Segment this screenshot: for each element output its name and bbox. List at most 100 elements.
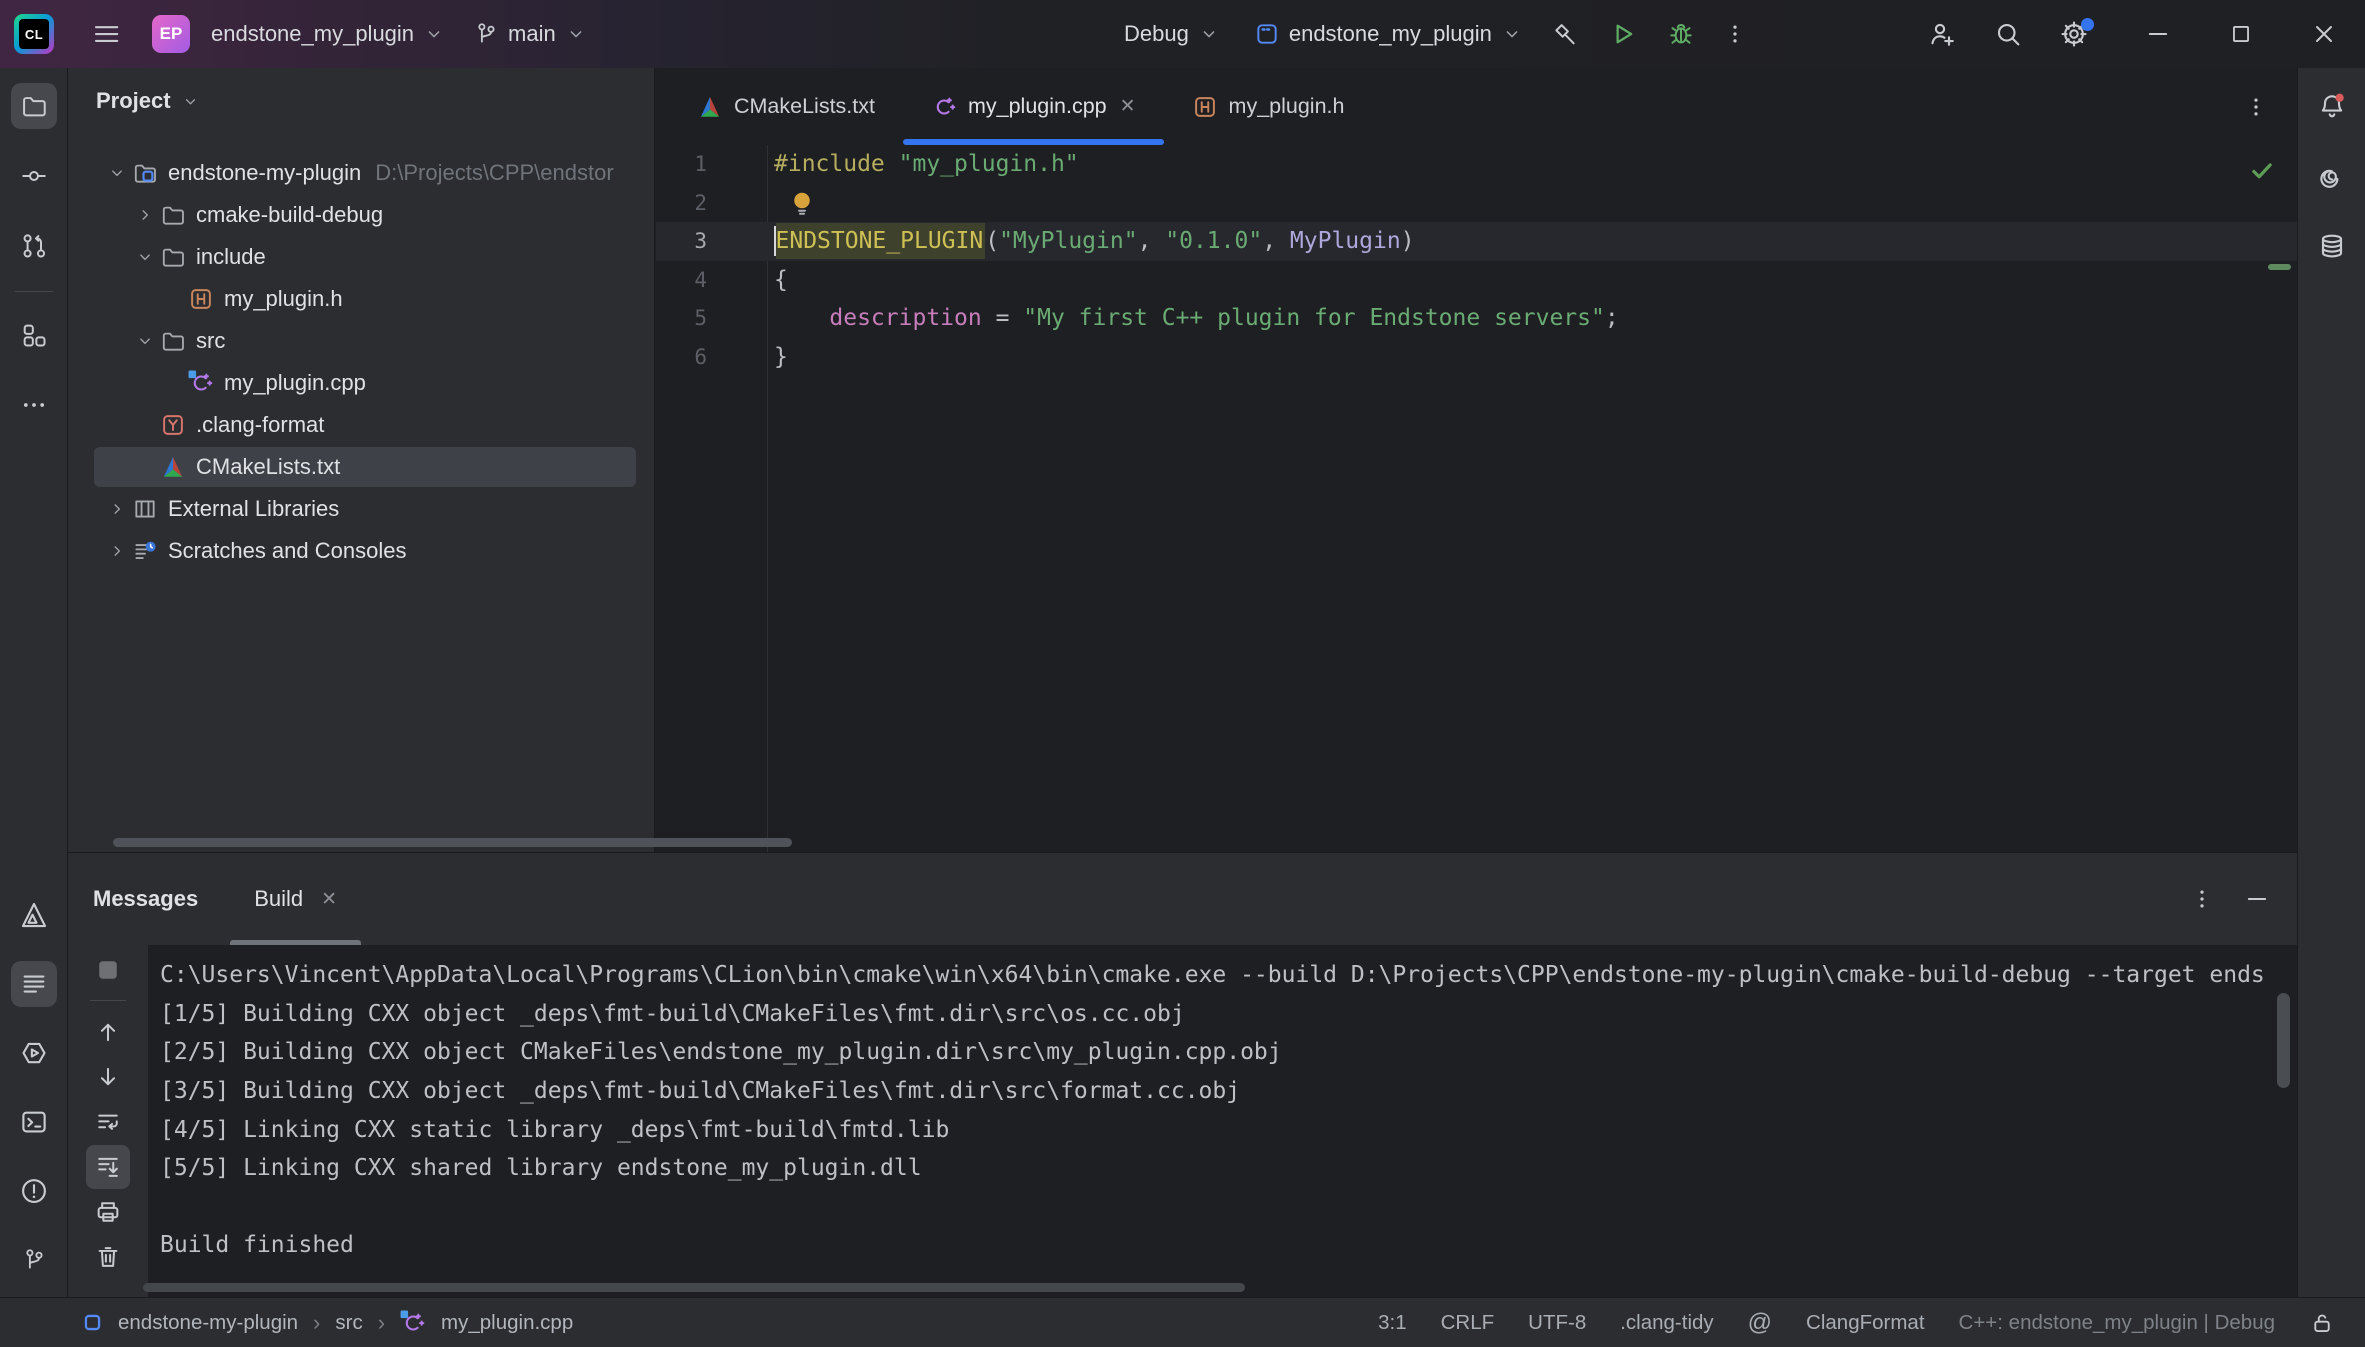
tab-cmakelists-txt[interactable]: CMakeLists.txt	[669, 68, 903, 145]
project-widget[interactable]: EP endstone_my_plugin	[146, 10, 451, 58]
breadcrumb-project[interactable]: endstone-my-plugin	[118, 1311, 298, 1335]
code-with-me-button[interactable]	[1920, 10, 1964, 58]
build-type-selector[interactable]: Debug	[1118, 10, 1226, 58]
tree-item-path: D:\Projects\CPP\endstor	[375, 160, 614, 185]
tree-item-external-libraries[interactable]: External Libraries	[68, 488, 654, 530]
scroll-to-end-button[interactable]	[86, 1145, 130, 1189]
services-tool-button[interactable]	[11, 1030, 57, 1076]
chevron-down-icon[interactable]	[130, 247, 160, 267]
chevron-down-icon	[1501, 23, 1523, 45]
breadcrumb-src[interactable]: src	[335, 1311, 362, 1335]
tree-item-my-plugin-h[interactable]: my_plugin.h	[68, 278, 654, 320]
tree-item-clang-format[interactable]: .clang-format	[68, 404, 654, 446]
vcs-branch-widget[interactable]: main	[467, 10, 593, 58]
build-tab[interactable]: Build ✕	[230, 853, 361, 945]
kebab-menu-icon	[2243, 94, 2269, 120]
window-close-button[interactable]	[2282, 0, 2365, 68]
panel-minimize-button[interactable]	[2243, 885, 2271, 913]
git-tool-button[interactable]	[11, 1237, 57, 1283]
code-text: #include "my_plugin.h"	[767, 151, 1079, 177]
cmake-tool-button[interactable]	[11, 892, 57, 938]
unlock-icon[interactable]	[2309, 1310, 2335, 1336]
more-run-actions-button[interactable]	[1713, 10, 1757, 58]
print-button[interactable]	[86, 1190, 130, 1234]
tree-item-label: endstone-my-plugin	[168, 160, 362, 185]
breadcrumb-file[interactable]: my_plugin.cpp	[441, 1311, 573, 1335]
terminal-tool-button[interactable]	[11, 1099, 57, 1145]
tree-item-include[interactable]: include	[68, 236, 654, 278]
caret-position-widget[interactable]: 3:1	[1378, 1311, 1407, 1335]
window-minimize-button[interactable]	[2116, 0, 2199, 68]
panel-options-button[interactable]	[2189, 886, 2215, 912]
chevron-down-icon[interactable]	[181, 92, 200, 111]
clang-tidy-widget[interactable]: .clang-tidy	[1620, 1311, 1713, 1335]
intention-bulb-icon[interactable]	[787, 188, 817, 218]
line-separator-widget[interactable]: CRLF	[1441, 1311, 1495, 1335]
messages-header: Messages Build ✕	[68, 853, 2297, 945]
tree-item-src[interactable]: src	[68, 320, 654, 362]
tab-options-button[interactable]	[2243, 68, 2269, 145]
tree-item-cmake-build-debug[interactable]: cmake-build-debug	[68, 194, 654, 236]
tree-item-scratches-and-consoles[interactable]: Scratches and Consoles	[68, 530, 654, 572]
stop-button[interactable]	[86, 948, 130, 992]
commit-icon	[20, 162, 48, 190]
soft-wrap-button[interactable]	[86, 1100, 130, 1144]
tab-my-plugin-cpp[interactable]: my_plugin.cpp ✕	[902, 68, 1164, 145]
token-dir: #include	[774, 151, 885, 178]
cmake-icon	[160, 454, 186, 480]
run-configuration-selector[interactable]: endstone_my_plugin	[1248, 10, 1529, 58]
structure-tool-button[interactable]	[11, 312, 57, 358]
clear-all-button[interactable]	[86, 1235, 130, 1279]
commit-tool-button[interactable]	[11, 153, 57, 199]
build-tab-close-icon[interactable]: ✕	[321, 888, 337, 911]
settings-button[interactable]	[2052, 10, 2096, 58]
ai-assistant-tool-button[interactable]	[2309, 153, 2355, 199]
build-console-toolbar	[68, 945, 148, 1297]
build-console[interactable]: C:\Users\Vincent\AppData\Local\Programs\…	[148, 945, 2297, 1297]
hexagon-play-icon	[19, 1038, 49, 1068]
run-button[interactable]	[1601, 10, 1645, 58]
editor-zone: CMakeLists.txt my_plugin.cpp ✕ my_plugin…	[656, 68, 2297, 852]
encoding-widget[interactable]: UTF-8	[1528, 1311, 1586, 1335]
clang-format-widget[interactable]: ClangFormat	[1806, 1311, 1925, 1335]
pull-requests-tool-button[interactable]	[11, 223, 57, 269]
project-panel-title[interactable]: Project	[96, 88, 171, 114]
debug-button[interactable]	[1659, 10, 1703, 58]
console-horizontal-scrollbar[interactable]	[143, 1283, 1245, 1292]
next-message-button[interactable]	[86, 1055, 130, 1099]
title-bar: CL EP endstone_my_plugin main Debug ends…	[0, 0, 2365, 68]
project-tool-button[interactable]	[10, 83, 57, 129]
scroll-to-end-icon	[94, 1153, 122, 1181]
cmake-file-icon	[697, 94, 723, 120]
previous-message-button[interactable]	[86, 1010, 130, 1054]
more-tool-windows-button[interactable]	[11, 382, 57, 428]
tab-close-icon[interactable]: ✕	[1120, 95, 1136, 118]
chevron-down-icon[interactable]	[130, 331, 160, 351]
chevron-down-icon	[1198, 23, 1220, 45]
chevron-right-icon[interactable]	[102, 541, 132, 561]
build-button[interactable]	[1543, 10, 1587, 58]
problems-tool-button[interactable]	[11, 1168, 57, 1214]
chevron-right-icon[interactable]	[130, 205, 160, 225]
messages-tool-button[interactable]	[10, 961, 57, 1007]
search-everywhere-button[interactable]	[1986, 10, 2030, 58]
project-horizontal-scrollbar[interactable]	[113, 838, 792, 847]
chevron-right-icon[interactable]	[102, 499, 132, 519]
ai-spiral-icon[interactable]: @	[1748, 1309, 1772, 1337]
code-editor[interactable]: 1 #include "my_plugin.h" 2 3 ENDSTONE_PLUGIN…	[656, 145, 2297, 852]
cmake-profile-widget[interactable]: C++: endstone_my_plugin | Debug	[1959, 1311, 2275, 1335]
database-tool-button[interactable]	[2309, 223, 2355, 269]
console-line: Build finished	[160, 1232, 354, 1259]
main-menu-button[interactable]	[84, 10, 128, 58]
token-macro: ENDSTONE_PLUGIN	[775, 223, 986, 260]
tree-item-endstone-my-plugin[interactable]: endstone-my-plugin D:\Projects\CPP\endsto…	[68, 152, 654, 194]
notifications-tool-button[interactable]	[2309, 83, 2355, 129]
chevron-down-icon[interactable]	[102, 163, 132, 183]
window-maximize-button[interactable]	[2199, 0, 2282, 68]
arrow-down-icon	[94, 1063, 122, 1091]
tab-my-plugin-h[interactable]: my_plugin.h	[1164, 68, 1373, 145]
tree-item-my-plugin-cpp[interactable]: my_plugin.cpp	[68, 362, 654, 404]
console-vertical-scrollbar[interactable]	[2277, 993, 2290, 1088]
tree-item-cmakelists-txt[interactable]: CMakeLists.txt	[68, 446, 654, 488]
messages-tool-window: Messages Build ✕ C:\Users\Vincent\AppDat…	[68, 852, 2297, 1297]
